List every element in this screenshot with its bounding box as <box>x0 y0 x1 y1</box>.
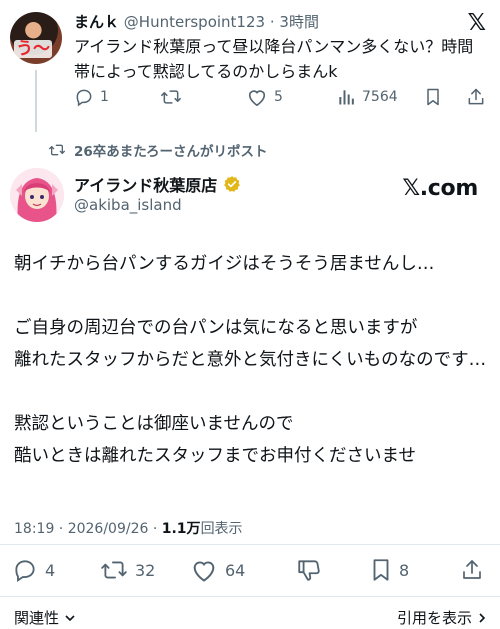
main-post-author-name[interactable]: アイランド秋葉原店 <box>74 172 217 196</box>
sort-label: 関連性 <box>14 609 60 627</box>
dislike-button[interactable] <box>296 557 322 583</box>
main-post-avatar[interactable] <box>10 168 64 222</box>
repost-count: 32 <box>135 560 156 580</box>
repost-icon <box>48 142 66 158</box>
main-post-name-row: アイランド秋葉原店 <box>74 172 241 196</box>
repost-button[interactable]: 32 <box>100 557 155 583</box>
reply-icon <box>12 557 38 583</box>
reply-count: 1 <box>100 89 109 105</box>
main-post-paragraph: ご自身の周辺台での台パンは気になると思いますが 離れたスタッフからだと意外と気付… <box>14 318 487 370</box>
x-com-brand: 𝕏.com <box>402 176 478 201</box>
post-views-label: 回表示 <box>200 521 243 537</box>
share-icon <box>460 557 484 583</box>
bookmark-button[interactable] <box>424 87 442 107</box>
reply-button[interactable]: 1 <box>74 87 109 107</box>
view-quotes-link[interactable]: 引用を表示 <box>397 607 488 628</box>
parent-post-avatar[interactable]: う〜 <box>10 12 62 64</box>
like-icon <box>246 87 268 107</box>
main-post-actions: 4 32 64 8 <box>0 555 500 587</box>
views-count: 7564 <box>362 89 398 105</box>
parent-post-header: まんｋ @Hunterspoint123 · 3時間 <box>74 11 319 32</box>
sort-dropdown[interactable]: 関連性 <box>14 607 77 628</box>
reply-count: 4 <box>45 560 56 580</box>
parent-post-author-handle[interactable]: @Hunterspoint123 <box>124 13 265 31</box>
main-post-text: 朝イチから台パンするガイジはそうそう居ませんし… ご自身の周辺台での台パンは気に… <box>14 248 489 472</box>
thread-connector-line <box>35 70 37 132</box>
verified-badge-icon[interactable] <box>223 175 241 193</box>
repost-icon <box>160 87 182 107</box>
reply-sort-bar: 関連性 引用を表示 <box>0 607 500 629</box>
views-icon <box>336 87 356 107</box>
chevron-right-icon <box>476 611 488 625</box>
parent-post-text: アイランド秋葉原って昼以降台パンマン多くない？時間帯によって黙認してるのかしらま… <box>74 37 474 81</box>
main-post-author-handle[interactable]: @akiba_island <box>74 196 182 214</box>
main-post-paragraph: 朝イチから台パンするガイジはそうそう居ませんし… <box>14 254 435 274</box>
view-quotes-label: 引用を表示 <box>396 609 472 627</box>
reply-icon <box>74 87 94 107</box>
divider <box>0 596 500 597</box>
parent-post[interactable]: う〜 まんｋ @Hunterspoint123 · 3時間 𝕏 アイランド秋葉原… <box>0 0 500 132</box>
share-button[interactable] <box>460 557 484 583</box>
dislike-icon <box>296 557 322 583</box>
x-logo-icon: 𝕏 <box>467 10 486 36</box>
share-button[interactable] <box>466 87 486 107</box>
bookmark-icon <box>370 557 392 583</box>
main-post-paragraph: 黙認ということは御座いませんので 酷いときは離れたスタッフまでお申付くださいませ <box>14 414 416 466</box>
separator-dot: · <box>269 13 275 31</box>
avatar-badge-text: う〜 <box>14 39 52 59</box>
parent-post-time[interactable]: 3時間 <box>279 13 319 31</box>
repost-icon <box>100 557 128 583</box>
reply-button[interactable]: 4 <box>12 557 55 583</box>
repost-notice-text: 26卒あまたろーさんがリポスト <box>74 144 268 160</box>
like-button[interactable]: 5 <box>246 87 283 107</box>
repost-notice[interactable]: 26卒あまたろーさんがリポスト <box>48 140 267 160</box>
repost-button[interactable] <box>160 87 188 107</box>
parent-post-author-name[interactable]: まんｋ <box>74 13 119 31</box>
like-count: 5 <box>274 89 283 105</box>
post-views-count: 1.1万 <box>161 521 201 537</box>
parent-post-actions: 1 5 7564 <box>74 87 494 111</box>
views-button[interactable]: 7564 <box>336 87 398 107</box>
share-icon <box>466 87 486 107</box>
bookmark-icon <box>424 87 442 107</box>
bookmark-count: 8 <box>399 560 410 580</box>
like-button[interactable]: 64 <box>190 557 245 583</box>
divider <box>0 544 500 545</box>
post-timestamp[interactable]: 18:19 · 2026/09/26 · <box>14 521 162 537</box>
like-count: 64 <box>225 560 246 580</box>
like-icon <box>190 557 218 583</box>
post-meta: 18:19 · 2026/09/26 · 1.1万回表示 <box>14 518 243 538</box>
bookmark-button[interactable]: 8 <box>370 557 409 583</box>
chevron-down-icon <box>63 611 77 625</box>
